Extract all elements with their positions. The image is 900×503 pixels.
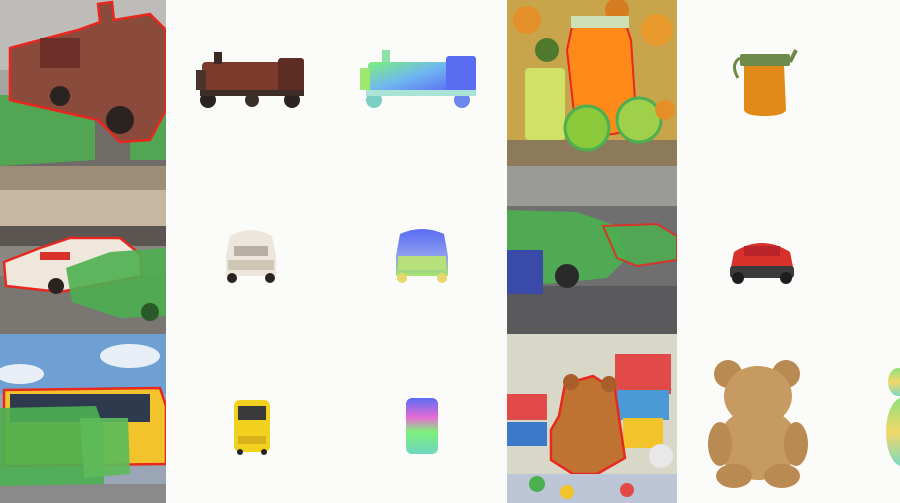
sportscar-scene-photo — [507, 166, 677, 334]
bus-object — [232, 398, 272, 456]
bus-scene-photo — [0, 334, 166, 503]
vintage-car-normal — [394, 226, 450, 286]
teddy-bear-normal-partial — [878, 362, 900, 472]
cars-scene-photo — [0, 166, 166, 334]
train-object-normal — [358, 50, 482, 112]
toys-scene-photo — [507, 334, 677, 503]
teddy-bear-object — [706, 356, 810, 488]
train-scene-photo — [0, 0, 166, 166]
vintage-car-object — [222, 226, 280, 286]
train-object-rgb — [192, 50, 312, 112]
juice-jug-object — [730, 44, 800, 118]
sports-car-object — [728, 232, 796, 284]
juice-scene-photo — [507, 0, 677, 166]
bus-normal — [404, 396, 440, 456]
